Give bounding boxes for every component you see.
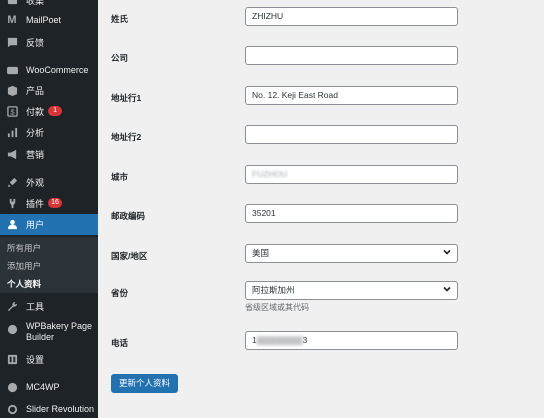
menu-analytics[interactable]: 分析 xyxy=(0,123,98,141)
wpbakery-icon xyxy=(6,323,18,335)
state-value: 阿拉斯加州 xyxy=(252,285,295,295)
phone-value-end: 3 xyxy=(302,335,308,345)
menu-label: 营销 xyxy=(26,149,45,160)
menu-label: 收集 xyxy=(26,0,45,6)
chevron-down-icon xyxy=(443,245,451,262)
label-company: 公司 xyxy=(111,53,129,63)
users-icon xyxy=(6,219,18,231)
plugins-icon xyxy=(6,197,18,209)
company-input[interactable] xyxy=(245,46,458,65)
feedback-icon xyxy=(6,36,18,48)
slider-revolution-icon xyxy=(6,403,18,415)
marketing-icon xyxy=(6,148,18,160)
menu-plugins[interactable]: 插件 16 xyxy=(0,194,98,212)
payments-count-badge: 1 xyxy=(48,106,63,116)
menu-marketing[interactable]: 营销 xyxy=(0,145,98,163)
menu-label: 用户 xyxy=(26,220,45,230)
menu-users[interactable]: 用户 xyxy=(0,214,98,235)
users-submenu: 所有用户 添加用户 个人资料 xyxy=(0,237,98,293)
address1-input[interactable]: No. 12. Keji East Road xyxy=(245,86,458,105)
products-icon xyxy=(6,84,18,96)
submenu-profile[interactable]: 个人资料 xyxy=(7,278,41,290)
menu-slider-revolution[interactable]: Slider Revolution xyxy=(0,400,98,418)
menu-label: 付款 xyxy=(26,106,45,117)
state-select[interactable]: 阿拉斯加州 xyxy=(245,281,458,300)
menu-mailpoet[interactable]: M MailPoet xyxy=(0,11,98,29)
svg-text:$: $ xyxy=(10,107,14,116)
country-value: 美国 xyxy=(252,248,270,258)
menu-tools[interactable]: 工具 xyxy=(0,297,98,315)
collect-icon xyxy=(6,0,18,6)
label-state: 省份 xyxy=(111,288,129,298)
mailpoet-icon: M xyxy=(7,14,17,26)
label-address2: 地址行2 xyxy=(111,132,142,142)
menu-label: 工具 xyxy=(26,301,45,312)
label-last-name: 姓氏 xyxy=(111,14,129,24)
phone-input[interactable]: 1▇▇▇▇▇▇▇3 xyxy=(245,331,458,350)
menu-label: 产品 xyxy=(26,85,45,96)
menu-label: WPBakery Page Builder xyxy=(26,321,93,342)
phone-redacted: ▇▇▇▇▇▇▇ xyxy=(256,335,303,345)
menu-label: 分析 xyxy=(26,127,45,138)
label-country: 国家/地区 xyxy=(111,251,148,261)
postcode-input[interactable]: 35201 xyxy=(245,204,458,223)
submenu-all-users[interactable]: 所有用户 xyxy=(7,242,41,254)
menu-woocommerce[interactable]: WooCommerce xyxy=(0,61,98,79)
woocommerce-icon xyxy=(6,64,18,76)
admin-sidebar: 收集 M MailPoet 反馈 WooCommerce 产品 $ 付款 1 分… xyxy=(0,0,98,418)
menu-payments[interactable]: $ 付款 1 xyxy=(0,102,98,120)
state-hint: 省级区域或其代码 xyxy=(245,303,309,312)
menu-label: 外观 xyxy=(26,177,45,188)
menu-wpbakery[interactable]: WPBakery Page Builder xyxy=(0,321,98,351)
label-address1: 地址行1 xyxy=(111,93,142,103)
payments-icon: $ xyxy=(6,105,18,117)
label-phone: 电话 xyxy=(111,338,129,348)
menu-collect[interactable]: 收集 xyxy=(0,0,98,9)
menu-mc4wp[interactable]: MC4WP xyxy=(0,378,98,396)
menu-label: MC4WP xyxy=(26,382,60,392)
city-input[interactable]: FUZHOU xyxy=(245,165,458,184)
tools-icon xyxy=(6,300,18,312)
menu-label: 反馈 xyxy=(26,37,45,48)
update-profile-button[interactable]: 更新个人资料 xyxy=(111,374,179,393)
menu-settings[interactable]: 设置 xyxy=(0,350,98,368)
menu-label: 插件 xyxy=(26,198,45,209)
label-postcode: 邮政编码 xyxy=(111,211,146,221)
label-city: 城市 xyxy=(111,172,129,182)
country-select[interactable]: 美国 xyxy=(245,244,458,263)
menu-products[interactable]: 产品 xyxy=(0,81,98,99)
menu-label: MailPoet xyxy=(26,15,62,25)
menu-feedback[interactable]: 反馈 xyxy=(0,33,98,51)
last-name-input[interactable]: ZHIZHU xyxy=(245,7,458,26)
plugins-count-badge: 16 xyxy=(48,198,63,208)
mc4wp-icon xyxy=(6,381,18,393)
menu-label: WooCommerce xyxy=(26,65,89,75)
menu-label: Slider Revolution xyxy=(26,404,95,414)
chevron-down-icon xyxy=(443,282,451,299)
menu-label: 设置 xyxy=(26,354,45,365)
analytics-icon xyxy=(6,126,18,138)
submenu-add-user[interactable]: 添加用户 xyxy=(7,260,41,272)
menu-appearance[interactable]: 外观 xyxy=(0,173,98,191)
address2-input[interactable] xyxy=(245,125,458,144)
city-value: FUZHOU xyxy=(252,169,288,179)
appearance-icon xyxy=(6,176,18,188)
settings-icon xyxy=(6,353,18,365)
